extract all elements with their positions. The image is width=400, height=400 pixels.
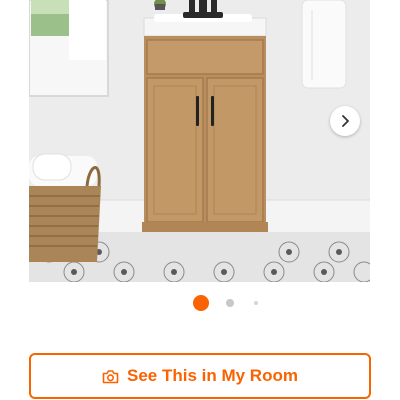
camera-icon bbox=[102, 369, 119, 384]
chevron-right-icon bbox=[342, 115, 349, 127]
see-in-my-room-button[interactable]: See This in My Room bbox=[29, 353, 371, 399]
product-image[interactable] bbox=[29, 0, 370, 282]
pagination-dot[interactable] bbox=[226, 299, 234, 307]
vanity-photo bbox=[29, 0, 370, 282]
see-in-my-room-label: See This in My Room bbox=[127, 366, 298, 385]
pagination-dot[interactable] bbox=[254, 301, 258, 305]
pagination-dot-active[interactable] bbox=[193, 295, 209, 311]
carousel-pagination bbox=[0, 294, 400, 312]
next-image-button[interactable] bbox=[330, 106, 360, 136]
